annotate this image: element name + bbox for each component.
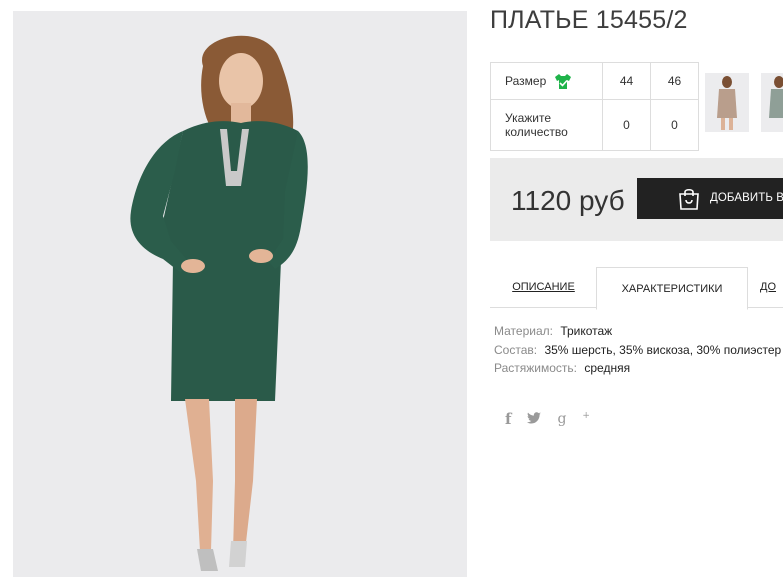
thumbnail-1[interactable] xyxy=(705,73,749,132)
google-plus-letter: g xyxy=(557,411,567,428)
product-title: ПЛАТЬЕ 15455/2 xyxy=(490,6,688,34)
characteristic-value: средняя xyxy=(584,361,631,375)
characteristic-value: Трикотаж xyxy=(560,324,613,338)
green-shirt-check-icon[interactable] xyxy=(554,73,572,90)
tab-delivery-label: ДО xyxy=(760,281,777,293)
tab-description[interactable]: ОПИСАНИЕ xyxy=(490,267,597,307)
quantity-label-cell: Укажите количество xyxy=(490,99,603,151)
size-label: Размер xyxy=(505,74,547,88)
dress-illustration xyxy=(13,11,467,577)
characteristic-key: Растяжимость: xyxy=(494,361,578,375)
size-label-cell: Размер xyxy=(490,62,603,100)
tab-characteristics-label: ХАРАКТЕРИСТИКИ xyxy=(621,282,723,295)
quantity-label-line2: количество xyxy=(505,125,568,139)
twitter-bird-icon-svg xyxy=(527,412,542,424)
size-quantity-table: Размер 44 46 Укажите количество 0 0 xyxy=(490,62,699,151)
product-tabs: ОПИСАНИЕ ХАРАКТЕРИСТИКИ ДО xyxy=(490,267,783,310)
product-price: 1120 руб xyxy=(511,185,625,216)
thumbnail-2[interactable] xyxy=(761,73,783,132)
tab-delivery[interactable]: ДО xyxy=(760,267,783,307)
thumbnail-2-image xyxy=(761,73,783,132)
google-plus-icon[interactable]: g + xyxy=(557,411,590,428)
quantity-input-46[interactable]: 0 xyxy=(650,99,699,151)
characteristic-row: Растяжимость: средняя xyxy=(494,359,781,378)
product-main-photo[interactable] xyxy=(13,11,467,577)
characteristic-row: Состав: 35% шерсть, 35% вискоза, 30% пол… xyxy=(494,341,781,360)
quantity-input-44[interactable]: 0 xyxy=(602,99,651,151)
characteristic-row: Материал: Трикотаж xyxy=(494,322,781,341)
shopping-bag-icon xyxy=(679,188,699,210)
price-box: 1120 руб ДОБАВИТЬ В xyxy=(490,158,783,241)
characteristic-value: 35% шерсть, 35% вискоза, 30% полиэстер xyxy=(544,342,782,357)
facebook-icon[interactable]: f xyxy=(505,410,511,428)
add-to-cart-button[interactable]: ДОБАВИТЬ В xyxy=(637,178,783,219)
quantity-label-line1: Укажите xyxy=(505,111,552,125)
google-plus-sup: + xyxy=(582,410,590,421)
tab-characteristics[interactable]: ХАРАКТЕРИСТИКИ xyxy=(596,267,748,310)
social-share: f g + xyxy=(505,410,606,428)
size-option-46[interactable]: 46 xyxy=(650,62,699,100)
characteristic-key: Материал: xyxy=(494,324,553,338)
characteristic-key: Состав: xyxy=(494,342,538,357)
add-to-cart-label: ДОБАВИТЬ В xyxy=(710,192,783,204)
characteristics-list: Материал: Трикотаж Состав: 35% шерсть, 3… xyxy=(494,322,781,378)
thumbnail-1-image xyxy=(705,73,749,132)
tab-description-label: ОПИСАНИЕ xyxy=(512,281,575,293)
size-option-44[interactable]: 44 xyxy=(602,62,651,100)
twitter-bird-icon[interactable] xyxy=(527,411,542,427)
